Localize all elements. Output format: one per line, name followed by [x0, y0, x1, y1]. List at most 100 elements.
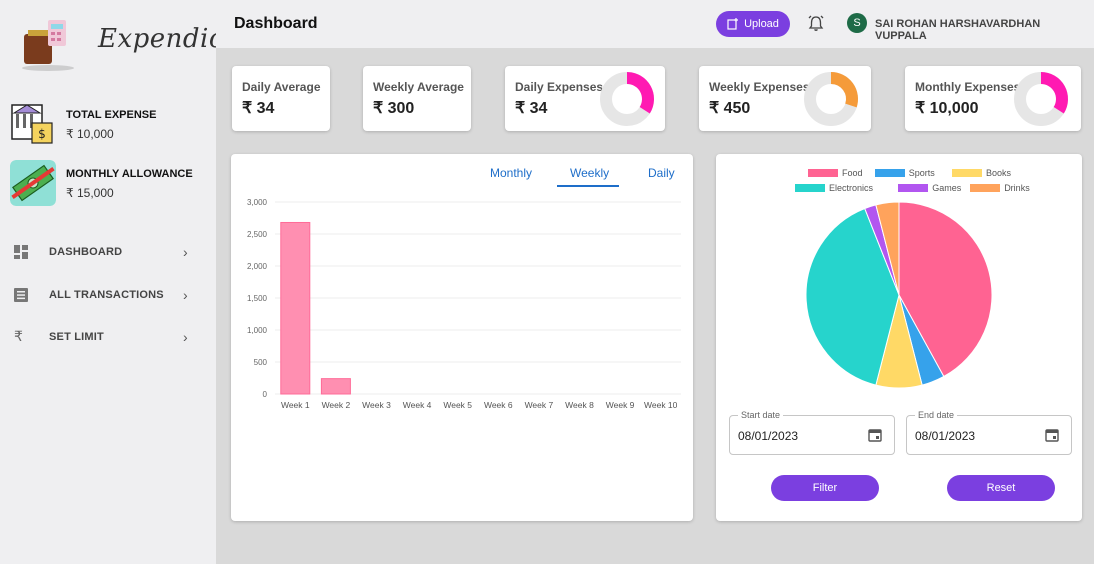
- donut-segment: [830, 72, 858, 108]
- stat-value: ₹ 10,000: [66, 127, 114, 141]
- rupee-icon: ₹: [14, 328, 23, 344]
- donut-segment: [1040, 72, 1068, 114]
- tab-daily[interactable]: Daily: [648, 166, 675, 180]
- upload-button[interactable]: Upload: [716, 11, 790, 37]
- filter-button[interactable]: Filter: [771, 475, 879, 501]
- bar-chart: 0 500 1,000 1,500 2,000 2,500 3,000 Week 1 Week …: [247, 198, 681, 410]
- card-title: Weekly Average: [373, 80, 464, 94]
- x-tick-label: Week 9: [606, 400, 635, 410]
- legend-item-drinks[interactable]: Drinks: [970, 183, 1030, 193]
- calendar-icon[interactable]: [868, 428, 882, 442]
- card-value: ₹ 300: [373, 100, 415, 117]
- start-date-label: Start date: [738, 410, 784, 420]
- sidebar-item-label: SET LIMIT: [49, 331, 104, 343]
- total-expense-stat: $ TOTAL EXPENSE ₹ 10,000: [10, 101, 210, 147]
- weekly-expenses-donut: [804, 72, 858, 126]
- monthly-expenses-card: Monthly Expenses ₹ 10,000: [905, 66, 1081, 131]
- legend-item-sports[interactable]: Sports: [874, 168, 935, 178]
- category-chart-panel: Food Sports Books Electronics Games Drinks St…: [716, 154, 1082, 521]
- card-value: ₹ 34: [515, 100, 548, 117]
- wallet-calculator-icon: [22, 20, 74, 71]
- legend-swatch: [952, 169, 982, 177]
- card-title: Daily Expenses: [515, 80, 604, 94]
- legend-swatch: [970, 184, 1001, 192]
- x-tick-label: Week 5: [443, 400, 472, 410]
- chevron-right-icon: ›: [183, 244, 188, 260]
- legend-label: Food: [842, 168, 863, 178]
- weekly-chart-panel: Monthly Weekly Daily 0 500 1,000 1,500 2,000…: [231, 154, 693, 521]
- y-tick-label: 3,000: [247, 198, 268, 207]
- end-date-field[interactable]: End date 08/01/2023: [906, 410, 1072, 455]
- sidebar: Expendio $ TOTAL EXPENSE ₹ 10,000 MONTHL…: [0, 0, 225, 564]
- weekly-average-card: Weekly Average ₹ 300: [363, 66, 471, 131]
- tab-monthly[interactable]: Monthly: [490, 166, 532, 180]
- calendar-icon[interactable]: [1045, 428, 1059, 442]
- chevron-right-icon: ›: [183, 329, 188, 345]
- top-header: Dashboard Upload S SAI ROHAN HARSHAVARDH…: [216, 0, 1094, 48]
- stat-value: ₹ 15,000: [66, 186, 114, 200]
- monthly-expenses-donut: [1014, 72, 1068, 126]
- legend-swatch: [808, 169, 838, 177]
- monthly-allowance-stat: MONTHLY ALLOWANCE ₹ 15,000: [10, 160, 210, 206]
- tab-weekly[interactable]: Weekly: [570, 166, 609, 180]
- active-tab-indicator: [557, 185, 619, 187]
- sidebar-item-set-limit[interactable]: ₹ SET LIMIT ›: [0, 323, 216, 353]
- bar[interactable]: [320, 378, 351, 395]
- y-tick-label: 1,500: [247, 294, 268, 303]
- legend-label: Games: [932, 183, 962, 193]
- y-tick-label: 500: [254, 358, 268, 367]
- legend-swatch: [874, 169, 905, 177]
- daily-expenses-card: Daily Expenses ₹ 34: [505, 66, 665, 131]
- legend-swatch: [898, 184, 929, 192]
- bank-cash-icon: $: [11, 104, 53, 144]
- avatar[interactable]: S: [847, 13, 867, 33]
- start-date-field[interactable]: Start date 08/01/2023: [729, 410, 895, 455]
- svg-text:$: $: [38, 127, 46, 141]
- legend-label: Sports: [908, 168, 935, 178]
- page-title: Dashboard: [234, 15, 318, 32]
- x-tick-label: Week 6: [484, 400, 513, 410]
- app-logo[interactable]: Expendio: [14, 8, 225, 78]
- legend-item-food[interactable]: Food: [808, 168, 863, 178]
- legend-item-electronics[interactable]: Electronics: [795, 183, 873, 193]
- x-tick-label: Week 2: [322, 400, 351, 410]
- chevron-right-icon: ›: [183, 287, 188, 303]
- card-value: ₹ 10,000: [915, 100, 979, 117]
- daily-average-card: Daily Average ₹ 34: [232, 66, 330, 131]
- card-title: Daily Average: [242, 80, 321, 94]
- card-value: ₹ 34: [242, 100, 275, 117]
- weekly-expenses-card: Weekly Expenses ₹ 450: [699, 66, 871, 131]
- dashboard-icon: [14, 245, 28, 259]
- sidebar-item-label: ALL TRANSACTIONS: [49, 289, 164, 301]
- reset-button[interactable]: Reset: [947, 475, 1055, 501]
- x-tick-label: Week 8: [565, 400, 594, 410]
- upload-icon: [727, 18, 739, 30]
- card-title: Weekly Expenses: [709, 80, 810, 94]
- legend-label: Drinks: [1004, 183, 1030, 193]
- card-title: Monthly Expenses: [915, 80, 1021, 94]
- list-icon: [14, 288, 28, 302]
- upload-label: Upload: [744, 18, 779, 30]
- x-tick-label: Week 3: [362, 400, 391, 410]
- y-tick-label: 1,000: [247, 326, 268, 335]
- legend-item-books[interactable]: Books: [952, 168, 1011, 178]
- legend-swatch: [795, 184, 825, 192]
- sidebar-item-all-transactions[interactable]: ALL TRANSACTIONS ›: [0, 281, 216, 311]
- x-tick-label: Week 10: [644, 400, 678, 410]
- start-date-value[interactable]: 08/01/2023: [738, 429, 798, 443]
- legend-label: Books: [986, 168, 1012, 178]
- x-tick-label: Week 7: [525, 400, 554, 410]
- money-icon: [10, 160, 56, 206]
- x-tick-label: Week 4: [403, 400, 432, 410]
- user-name[interactable]: SAI ROHAN HARSHAVARDHAN VUPPALA: [875, 18, 1094, 42]
- bar[interactable]: [280, 221, 311, 395]
- alarm-icon[interactable]: [807, 14, 825, 32]
- y-tick-label: 0: [263, 390, 268, 399]
- end-date-value[interactable]: 08/01/2023: [915, 429, 975, 443]
- x-tick-label: Week 1: [281, 400, 310, 410]
- donut-segment: [626, 72, 654, 114]
- legend-item-games[interactable]: Games: [898, 183, 961, 193]
- pie-chart: [805, 201, 993, 389]
- sidebar-item-dashboard[interactable]: DASHBOARD ›: [0, 238, 216, 268]
- y-tick-label: 2,500: [247, 230, 268, 239]
